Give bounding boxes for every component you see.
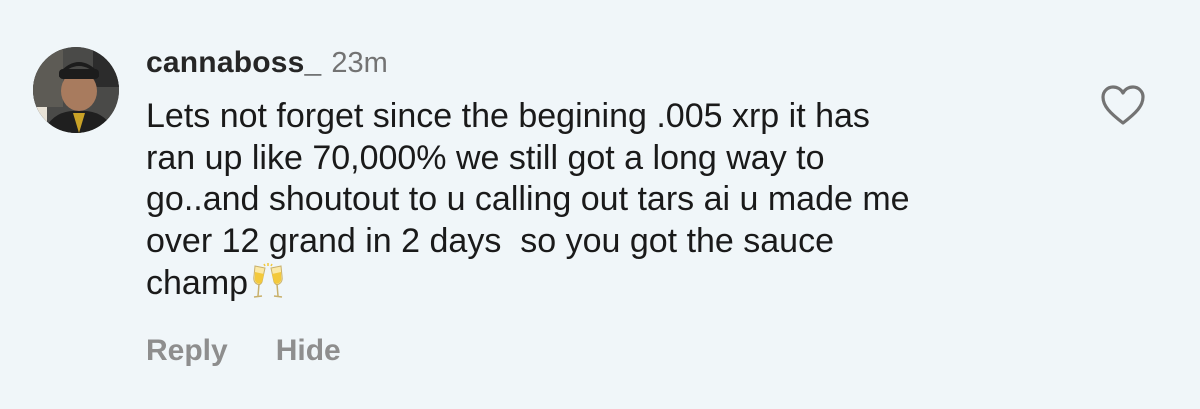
timestamp: 23m (331, 47, 388, 79)
comment-header: cannaboss_ 23m (146, 46, 388, 86)
avatar-photo-icon (33, 47, 119, 133)
comment-line: over 12 grand in 2 days so you got the s… (146, 221, 835, 260)
username[interactable]: cannaboss_ (146, 46, 321, 80)
comment-line: go..and shoutout to u calling out tars a… (146, 180, 910, 218)
clinking-glasses-icon (252, 262, 284, 313)
comment-text: Lets not forget since the begining .005 … (146, 96, 1046, 313)
comment-line: Lets not forget since the begining .005 … (146, 97, 870, 135)
comment-line: ran up like 70,000% we still got a long … (146, 138, 825, 177)
avatar[interactable] (33, 47, 119, 133)
like-button[interactable] (1100, 84, 1146, 126)
heart-outline-icon (1101, 85, 1145, 125)
reply-button[interactable]: Reply (146, 334, 228, 368)
comment-actions: Reply Hide (146, 334, 341, 368)
comment: cannaboss_ 23m Lets not forget since the… (0, 0, 1200, 409)
hide-button[interactable]: Hide (276, 334, 341, 368)
comment-line: champ (146, 264, 249, 302)
comment-last-line: champ (146, 262, 1046, 313)
